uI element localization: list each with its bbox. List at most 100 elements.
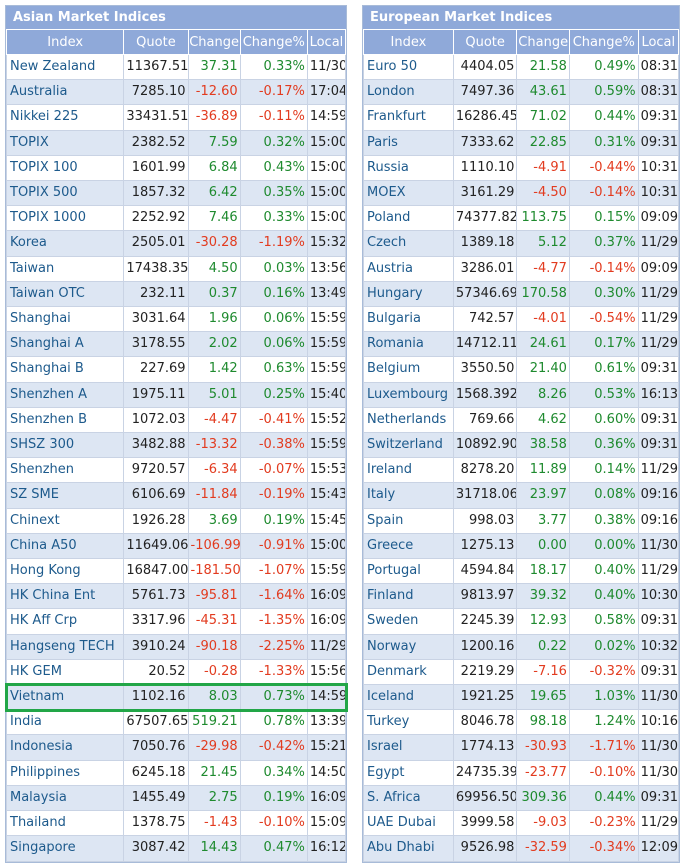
index-name-link[interactable]: Portugal [363, 558, 454, 585]
change-cell: 38.58 [516, 432, 570, 459]
index-name-link[interactable]: TOPIX 100 [5, 154, 125, 182]
index-name-link[interactable]: Vietnam [5, 684, 125, 711]
index-name-link[interactable]: Greece [363, 532, 454, 560]
index-name-link[interactable]: Malaysia [5, 784, 125, 812]
index-name-link[interactable]: Turkey [363, 709, 454, 736]
index-name-link[interactable]: UAE Dubai [363, 810, 454, 837]
table-row: Shenzhen 9720.57 -6.34 -0.07% 15:53 [5, 457, 347, 484]
index-name-link[interactable]: Singapore [5, 835, 125, 862]
index-name-link[interactable]: Korea [5, 230, 125, 257]
change-cell: -30.93 [516, 734, 570, 761]
column-header-change-percent[interactable]: Change% [239, 29, 308, 55]
change-percent-cell: 0.73% [239, 684, 308, 711]
local-time-cell: 11/29 [637, 306, 680, 333]
index-name-link[interactable]: S. Africa [363, 784, 454, 812]
index-name-link[interactable]: New Zealand [5, 53, 125, 81]
index-name-link[interactable]: Czech [363, 230, 454, 257]
index-name-link[interactable]: Euro 50 [363, 53, 454, 81]
index-name-link[interactable]: Belgium [363, 356, 454, 383]
index-name-link[interactable]: Italy [363, 482, 454, 509]
change-percent-cell: 0.49% [568, 53, 639, 81]
table-row: Korea 2505.01 -30.28 -1.19% 15:32 [5, 230, 347, 257]
index-name-link[interactable]: Switzerland [363, 432, 454, 459]
quote-cell: 769.66 [452, 406, 518, 434]
quote-cell: 3482.88 [123, 432, 189, 459]
index-name-link[interactable]: Poland [363, 205, 454, 232]
change-percent-cell: -1.19% [239, 230, 308, 257]
index-name-link[interactable]: Ireland [363, 457, 454, 484]
index-name-link[interactable]: TOPIX 1000 [5, 205, 125, 232]
index-name-link[interactable]: Shenzhen B [5, 406, 125, 434]
index-name-link[interactable]: Shenzhen [5, 457, 125, 484]
change-percent-cell: 0.44% [568, 104, 639, 131]
table-row: Malaysia 1455.49 2.75 0.19% 16:09 [5, 784, 347, 812]
index-name-link[interactable]: Australia [5, 79, 125, 106]
index-name-link[interactable]: Shanghai A [5, 331, 125, 358]
column-header-index[interactable]: Index [5, 29, 125, 55]
index-name-link[interactable]: Chinext [5, 507, 125, 534]
asian-indices-table: Index Quote Change Change% Local New Zea… [5, 29, 347, 862]
index-name-link[interactable]: Paris [363, 129, 454, 156]
table-row: Italy 31718.06 23.97 0.08% 09:16 [363, 482, 680, 509]
index-name-link[interactable]: SHSZ 300 [5, 432, 125, 459]
column-header-quote[interactable]: Quote [452, 29, 518, 55]
column-header-local[interactable]: Local [306, 29, 347, 55]
index-name-link[interactable]: Spain [363, 507, 454, 534]
column-header-change[interactable]: Change [187, 29, 241, 55]
column-header-change[interactable]: Change [516, 29, 570, 55]
change-percent-cell: 0.16% [239, 280, 308, 308]
index-name-link[interactable]: Finland [363, 583, 454, 610]
index-name-link[interactable]: TOPIX [5, 129, 125, 156]
change-cell: 1.42 [187, 356, 241, 383]
index-name-link[interactable]: Iceland [363, 684, 454, 711]
index-name-link[interactable]: Nikkei 225 [5, 104, 125, 131]
index-name-link[interactable]: Hungary [363, 280, 454, 308]
column-header-local[interactable]: Local [637, 29, 680, 55]
index-name-link[interactable]: Shanghai B [5, 356, 125, 383]
index-name-link[interactable]: Taiwan [5, 255, 125, 282]
local-time-cell: 16:09 [306, 608, 347, 635]
index-name-link[interactable]: London [363, 79, 454, 106]
change-cell: 2.75 [187, 784, 241, 812]
local-time-cell: 11/30 [637, 684, 680, 711]
local-time-cell: 13:39 [306, 709, 347, 736]
index-name-link[interactable]: Shanghai [5, 306, 125, 333]
index-name-link[interactable]: Bulgaria [363, 306, 454, 333]
index-name-link[interactable]: SZ SME [5, 482, 125, 509]
index-name-link[interactable]: MOEX [363, 180, 454, 207]
index-name-link[interactable]: Abu Dhabi [363, 835, 454, 862]
column-header-index[interactable]: Index [363, 29, 454, 55]
index-name-link[interactable]: Sweden [363, 608, 454, 635]
index-name-link[interactable]: Luxembourg [363, 381, 454, 408]
asian-panel-title: Asian Market Indices [6, 6, 346, 29]
index-name-link[interactable]: Philippines [5, 759, 125, 786]
index-name-link[interactable]: Taiwan OTC [5, 280, 125, 308]
index-name-link[interactable]: TOPIX 500 [5, 180, 125, 207]
index-name-link[interactable]: India [5, 709, 125, 736]
quote-cell: 7285.10 [123, 79, 189, 106]
index-name-link[interactable]: HK China Ent [5, 583, 125, 610]
index-name-link[interactable]: Shenzhen A [5, 381, 125, 408]
index-name-link[interactable]: Norway [363, 633, 454, 660]
european-panel-title: European Market Indices [363, 6, 679, 29]
index-name-link[interactable]: Netherlands [363, 406, 454, 434]
index-name-link[interactable]: Indonesia [5, 734, 125, 761]
european-indices-table: Index Quote Change Change% Local Euro 50… [363, 29, 680, 862]
local-time-cell: 14:59 [306, 684, 347, 711]
index-name-link[interactable]: Romania [363, 331, 454, 358]
index-name-link[interactable]: Austria [363, 255, 454, 282]
index-name-link[interactable]: Israel [363, 734, 454, 761]
index-name-link[interactable]: China A50 [5, 532, 125, 560]
index-name-link[interactable]: HK GEM [5, 658, 125, 686]
column-header-change-percent[interactable]: Change% [568, 29, 639, 55]
index-name-link[interactable]: Frankfurt [363, 104, 454, 131]
quote-cell: 20.52 [123, 658, 189, 686]
column-header-quote[interactable]: Quote [123, 29, 189, 55]
index-name-link[interactable]: Hong Kong [5, 558, 125, 585]
index-name-link[interactable]: Denmark [363, 658, 454, 686]
index-name-link[interactable]: Egypt [363, 759, 454, 786]
index-name-link[interactable]: Thailand [5, 810, 125, 837]
index-name-link[interactable]: Russia [363, 154, 454, 182]
index-name-link[interactable]: Hangseng TECH [5, 633, 125, 660]
index-name-link[interactable]: HK Aff Crp [5, 608, 125, 635]
